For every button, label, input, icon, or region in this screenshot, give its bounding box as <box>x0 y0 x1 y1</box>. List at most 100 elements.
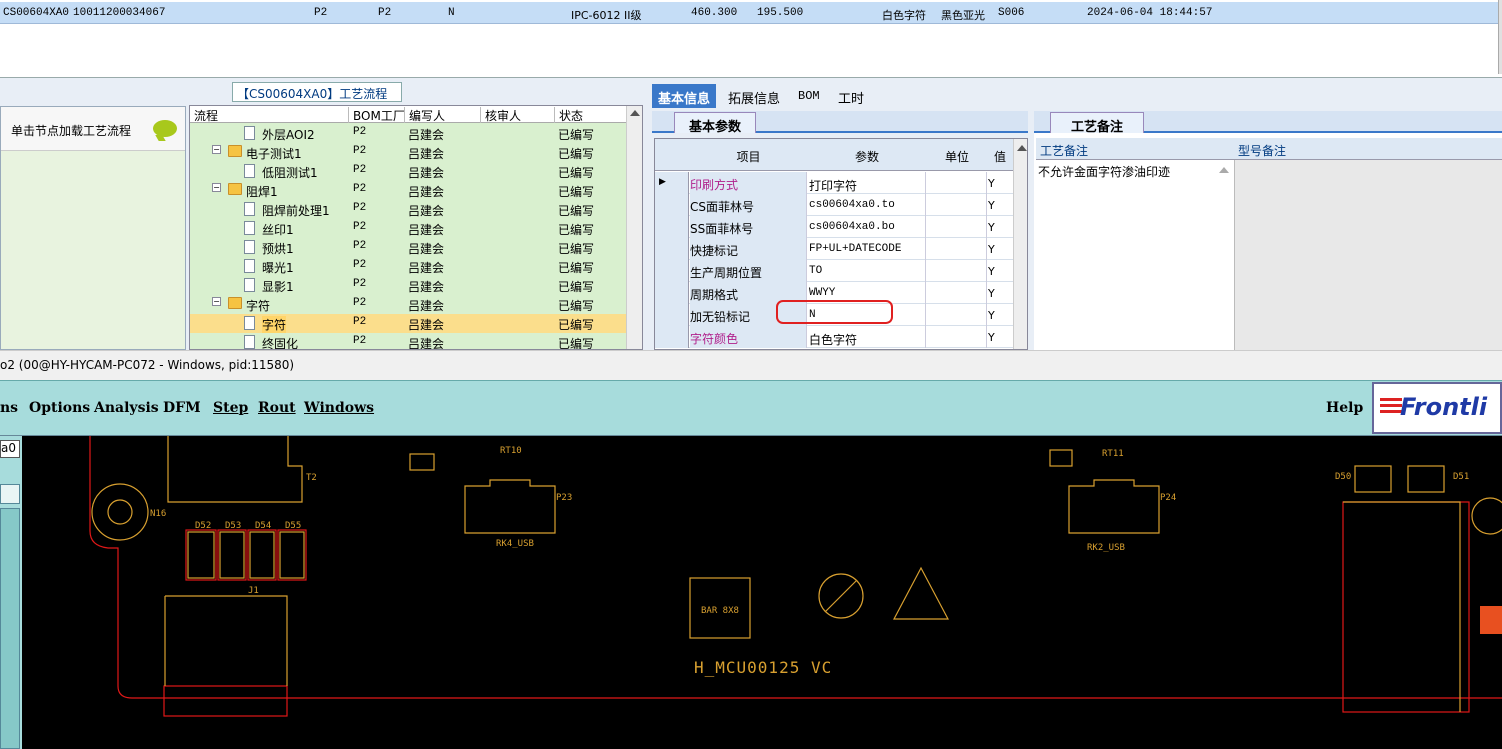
menu-rout[interactable]: Rout <box>258 400 296 416</box>
tree-row[interactable]: 曝光1 P2 吕建会 已编写 <box>190 257 626 276</box>
param-row[interactable]: 生产周期位置 TO Y <box>655 260 1013 282</box>
row-selector[interactable] <box>655 326 689 348</box>
row-selector[interactable] <box>655 282 689 304</box>
tree-col-writer[interactable]: 编写人 <box>404 107 480 123</box>
tree-row[interactable]: 丝印1 P2 吕建会 已编写 <box>190 219 626 238</box>
order-row-selected[interactable]: CS00604XA0 10011200034067 P2 P2 N IPC-60… <box>0 2 1498 24</box>
param-row[interactable]: SS面菲林号 cs00604xa0.bo Y <box>655 216 1013 238</box>
tree-row[interactable]: 外层AOI2 P2 吕建会 已编写 <box>190 124 626 143</box>
subtab-basic-params[interactable]: 基本参数 <box>674 112 757 135</box>
tree-col-flow[interactable]: 流程 <box>190 107 218 123</box>
node-panel-header[interactable]: 单击节点加载工艺流程 <box>1 107 185 151</box>
param-value-field[interactable]: 打印字符 <box>808 172 926 194</box>
menu-dfm[interactable]: DFM <box>163 400 201 416</box>
menu-help[interactable]: Help <box>1326 400 1363 416</box>
collapse-icon[interactable]: − <box>212 183 221 192</box>
tab-basic-info[interactable]: 基本信息 <box>652 84 717 108</box>
tree-row[interactable]: 终固化 P2 吕建会 已编写 <box>190 333 626 349</box>
param-row[interactable]: CS面菲林号 cs00604xa0.to Y <box>655 194 1013 216</box>
vertical-scrollbar[interactable] <box>1498 0 1502 74</box>
menu-step[interactable]: Step <box>213 400 248 416</box>
param-unit[interactable] <box>927 216 987 238</box>
menu-actions[interactable]: ns <box>0 400 18 416</box>
param-unit[interactable] <box>927 282 987 304</box>
param-unit[interactable] <box>927 260 987 282</box>
tree-node-writer: 吕建会 <box>408 185 445 199</box>
grid-col-value[interactable]: 值 <box>988 148 1012 165</box>
process-tree[interactable]: 流程 BOM工厂 编写人 核审人 状态 外层AOI2 P2 吕建会 已编写 − 电子测试1… <box>189 105 643 350</box>
tree-col-status[interactable]: 状态 <box>554 107 583 123</box>
param-enabled[interactable]: Y <box>988 177 995 190</box>
menu-windows[interactable]: Windows <box>304 400 374 416</box>
tree-col-bom[interactable]: BOM工厂 <box>348 107 405 123</box>
tab-extended-info[interactable]: 拓展信息 <box>722 84 786 108</box>
param-unit[interactable] <box>927 172 987 194</box>
tab-bom[interactable]: BOM <box>792 84 826 108</box>
tab-process-notes[interactable]: 工艺备注 <box>1050 112 1145 135</box>
tree-row[interactable]: 低阻测试1 P2 吕建会 已编写 <box>190 162 626 181</box>
grid-col-item[interactable]: 项目 <box>690 148 807 165</box>
tab-man-hours[interactable]: 工时 <box>832 84 870 108</box>
cad-side-scrollbar[interactable] <box>0 508 20 749</box>
scroll-up-icon[interactable] <box>1017 145 1027 151</box>
param-unit[interactable] <box>927 194 987 216</box>
row-selector[interactable] <box>655 194 689 216</box>
process-note-text[interactable]: 不允许金面字符渗油印迹 <box>1038 163 1170 180</box>
grid-col-param[interactable]: 参数 <box>808 148 926 165</box>
model-note-cell[interactable] <box>1234 160 1502 350</box>
row-selector[interactable] <box>655 238 689 260</box>
notes-col-process[interactable]: 工艺备注 <box>1040 142 1088 159</box>
param-value-field[interactable]: cs00604xa0.bo <box>808 216 926 238</box>
param-row[interactable]: 字符颜色 白色字符 Y <box>655 326 1013 348</box>
menu-options[interactable]: Options <box>29 400 90 416</box>
tree-row[interactable]: 显影1 P2 吕建会 已编写 <box>190 276 626 295</box>
row-selector[interactable] <box>655 216 689 238</box>
param-enabled[interactable]: Y <box>988 265 995 278</box>
param-value-field[interactable]: FP+UL+DATECODE <box>808 238 926 260</box>
tree-node-bom: P2 <box>353 164 367 176</box>
tree-row[interactable]: 字符 P2 吕建会 已编写 <box>190 314 626 333</box>
param-grid[interactable]: 项目 参数 单位 值 ▶ 印刷方式 打印字符 Y CS面菲林号 cs00604xa0.to… <box>654 138 1028 350</box>
tree-col-reviewer[interactable]: 核审人 <box>480 107 554 123</box>
param-row[interactable]: 加无铅标记 N Y <box>655 304 1013 326</box>
grid-col-unit[interactable]: 单位 <box>927 148 987 165</box>
tree-row[interactable]: 预烘1 P2 吕建会 已编写 <box>190 238 626 257</box>
param-row[interactable]: ▶ 印刷方式 打印字符 Y <box>655 172 1013 194</box>
row-selector[interactable] <box>655 304 689 326</box>
param-enabled[interactable]: Y <box>988 331 995 344</box>
scroll-up-icon[interactable] <box>630 110 640 116</box>
param-value-field[interactable]: cs00604xa0.to <box>808 194 926 216</box>
cad-canvas[interactable]: N16 T2 J1 D52 D53 D54 D55 RT10 RT11 P23 … <box>0 436 1502 749</box>
param-unit[interactable] <box>927 238 987 260</box>
row-selector[interactable] <box>655 260 689 282</box>
param-value-field[interactable]: N <box>808 304 926 326</box>
tree-scrollbar[interactable] <box>626 106 642 349</box>
current-row-indicator-icon[interactable]: ▶ <box>655 172 689 194</box>
param-enabled[interactable]: Y <box>988 221 995 234</box>
tree-row[interactable]: − 阻焊1 P2 吕建会 已编写 <box>190 181 626 200</box>
pcb-drawing[interactable]: N16 T2 J1 D52 D53 D54 D55 RT10 RT11 P23 … <box>0 436 1502 749</box>
param-value-field[interactable]: 白色字符 <box>808 326 926 348</box>
cad-side-button[interactable] <box>0 484 20 504</box>
param-enabled[interactable]: Y <box>988 243 995 256</box>
collapse-icon[interactable]: − <box>212 297 221 306</box>
scroll-up-icon[interactable] <box>1219 167 1229 173</box>
grid-scrollbar[interactable] <box>1013 139 1027 349</box>
param-value-field[interactable]: WWYY <box>808 282 926 304</box>
menu-analysis[interactable]: Analysis <box>94 400 159 416</box>
param-enabled[interactable]: Y <box>988 287 995 300</box>
cad-side-field[interactable]: a0 <box>0 440 20 458</box>
param-value-field[interactable]: TO <box>808 260 926 282</box>
notes-col-model[interactable]: 型号备注 <box>1238 142 1286 159</box>
tree-row[interactable]: − 字符 P2 吕建会 已编写 <box>190 295 626 314</box>
rk4-usb-outline <box>464 479 556 534</box>
param-unit[interactable] <box>927 326 987 348</box>
tree-row[interactable]: − 电子测试1 P2 吕建会 已编写 <box>190 143 626 162</box>
param-row[interactable]: 周期格式 WWYY Y <box>655 282 1013 304</box>
tree-row[interactable]: 阻焊前处理1 P2 吕建会 已编写 <box>190 200 626 219</box>
param-enabled[interactable]: Y <box>988 309 995 322</box>
param-unit[interactable] <box>927 304 987 326</box>
param-row[interactable]: 快捷标记 FP+UL+DATECODE Y <box>655 238 1013 260</box>
collapse-icon[interactable]: − <box>212 145 221 154</box>
param-enabled[interactable]: Y <box>988 199 995 212</box>
